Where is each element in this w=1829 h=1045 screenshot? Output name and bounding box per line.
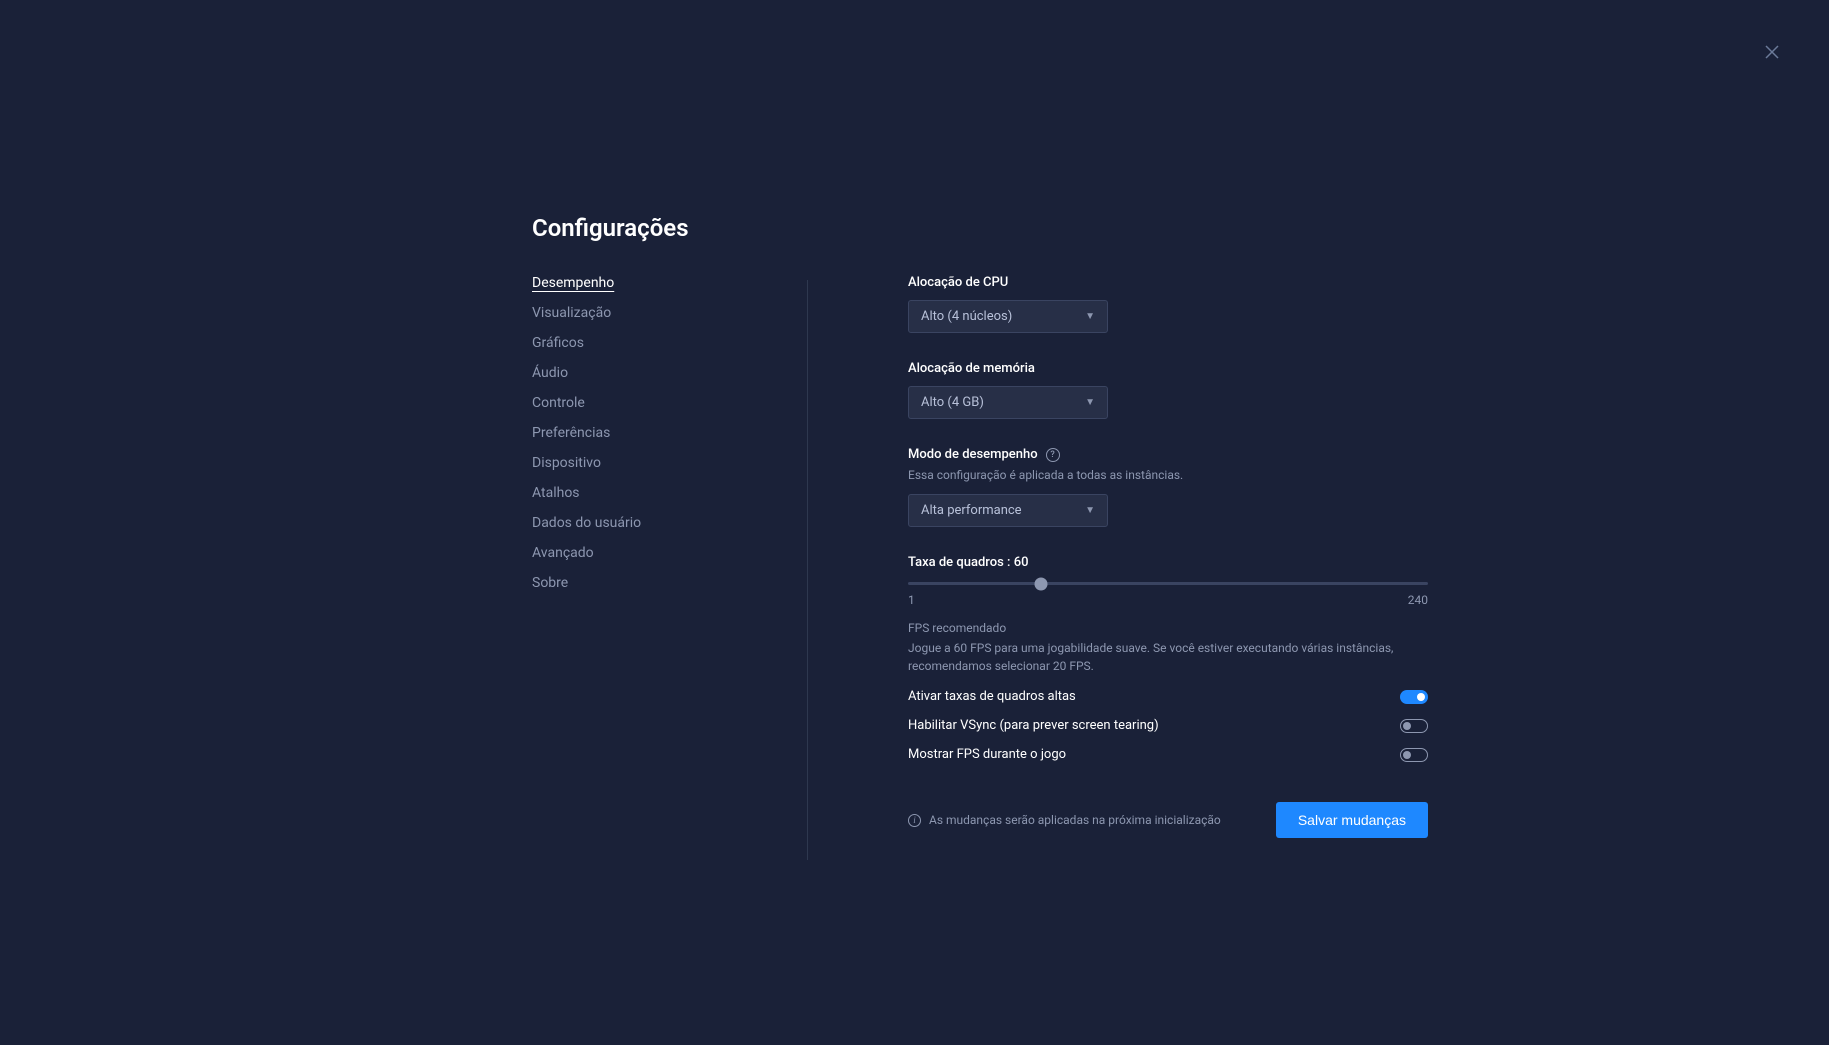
close-icon bbox=[1765, 45, 1779, 59]
sidebar-item-desempenho[interactable]: Desempenho bbox=[532, 275, 707, 291]
page-title: Configurações bbox=[532, 214, 689, 242]
save-button[interactable]: Salvar mudanças bbox=[1276, 802, 1428, 838]
vsync-toggle[interactable] bbox=[1400, 719, 1428, 733]
show-fps-toggle-row: Mostrar FPS durante o jogo bbox=[908, 747, 1428, 762]
sidebar-item-avancado[interactable]: Avançado bbox=[532, 545, 707, 561]
framerate-section: Taxa de quadros : 60 1 240 FPS recomenda… bbox=[908, 555, 1428, 762]
high-fps-toggle[interactable] bbox=[1400, 690, 1428, 704]
framerate-min-label: 1 bbox=[908, 593, 915, 607]
high-fps-toggle-row: Ativar taxas de quadros altas bbox=[908, 689, 1428, 704]
sidebar-item-controle[interactable]: Controle bbox=[532, 395, 707, 411]
fps-info-description: Jogue a 60 FPS para uma jogabilidade sua… bbox=[908, 639, 1428, 675]
settings-content: Alocação de CPU Alto (4 núcleos) ▼ Aloca… bbox=[908, 220, 1428, 860]
close-button[interactable] bbox=[1765, 44, 1781, 60]
chevron-down-icon: ▼ bbox=[1085, 311, 1095, 322]
sidebar-item-dispositivo[interactable]: Dispositivo bbox=[532, 455, 707, 471]
footer-note: i As mudanças serão aplicadas na próxima… bbox=[908, 813, 1221, 827]
performance-mode-label-text: Modo de desempenho bbox=[908, 447, 1038, 462]
performance-mode-section: Modo de desempenho ? Essa configuração é… bbox=[908, 447, 1428, 527]
sidebar-item-sobre[interactable]: Sobre bbox=[532, 575, 707, 591]
performance-mode-dropdown-value: Alta performance bbox=[921, 503, 1022, 518]
chevron-down-icon: ▼ bbox=[1085, 505, 1095, 516]
settings-sidebar: Desempenho Visualização Gráficos Áudio C… bbox=[532, 220, 707, 860]
vsync-label: Habilitar VSync (para prever screen tear… bbox=[908, 718, 1159, 733]
toggle-knob bbox=[1403, 722, 1411, 730]
memory-dropdown-value: Alto (4 GB) bbox=[921, 395, 984, 410]
cpu-dropdown[interactable]: Alto (4 núcleos) ▼ bbox=[908, 300, 1108, 333]
sidebar-item-atalhos[interactable]: Atalhos bbox=[532, 485, 707, 501]
toggle-knob bbox=[1403, 751, 1411, 759]
sidebar-item-graficos[interactable]: Gráficos bbox=[532, 335, 707, 351]
fps-info-title: FPS recomendado bbox=[908, 621, 1428, 635]
framerate-slider[interactable] bbox=[908, 582, 1428, 585]
vsync-toggle-row: Habilitar VSync (para prever screen tear… bbox=[908, 718, 1428, 733]
framerate-slider-thumb[interactable] bbox=[1034, 577, 1047, 590]
cpu-label: Alocação de CPU bbox=[908, 275, 1428, 290]
show-fps-label: Mostrar FPS durante o jogo bbox=[908, 747, 1066, 762]
help-icon[interactable]: ? bbox=[1046, 448, 1060, 462]
memory-section: Alocação de memória Alto (4 GB) ▼ bbox=[908, 361, 1428, 419]
performance-mode-label: Modo de desempenho ? bbox=[908, 447, 1428, 462]
info-icon: i bbox=[908, 814, 921, 827]
cpu-dropdown-value: Alto (4 núcleos) bbox=[921, 309, 1012, 324]
framerate-max-label: 240 bbox=[1408, 593, 1428, 607]
performance-mode-dropdown[interactable]: Alta performance ▼ bbox=[908, 494, 1108, 527]
settings-footer: i As mudanças serão aplicadas na próxima… bbox=[908, 802, 1428, 838]
cpu-section: Alocação de CPU Alto (4 núcleos) ▼ bbox=[908, 275, 1428, 333]
framerate-label: Taxa de quadros : 60 bbox=[908, 555, 1428, 570]
footer-note-text: As mudanças serão aplicadas na próxima i… bbox=[929, 813, 1221, 827]
high-fps-label: Ativar taxas de quadros altas bbox=[908, 689, 1076, 704]
sidebar-item-audio[interactable]: Áudio bbox=[532, 365, 707, 381]
memory-label: Alocação de memória bbox=[908, 361, 1428, 376]
sidebar-item-preferencias[interactable]: Preferências bbox=[532, 425, 707, 441]
sidebar-item-dados-usuario[interactable]: Dados do usuário bbox=[532, 515, 707, 531]
vertical-divider bbox=[807, 280, 808, 860]
performance-mode-description: Essa configuração é aplicada a todas as … bbox=[908, 468, 1428, 482]
chevron-down-icon: ▼ bbox=[1085, 397, 1095, 408]
sidebar-item-visualizacao[interactable]: Visualização bbox=[532, 305, 707, 321]
toggle-knob bbox=[1417, 693, 1425, 701]
memory-dropdown[interactable]: Alto (4 GB) ▼ bbox=[908, 386, 1108, 419]
show-fps-toggle[interactable] bbox=[1400, 748, 1428, 762]
